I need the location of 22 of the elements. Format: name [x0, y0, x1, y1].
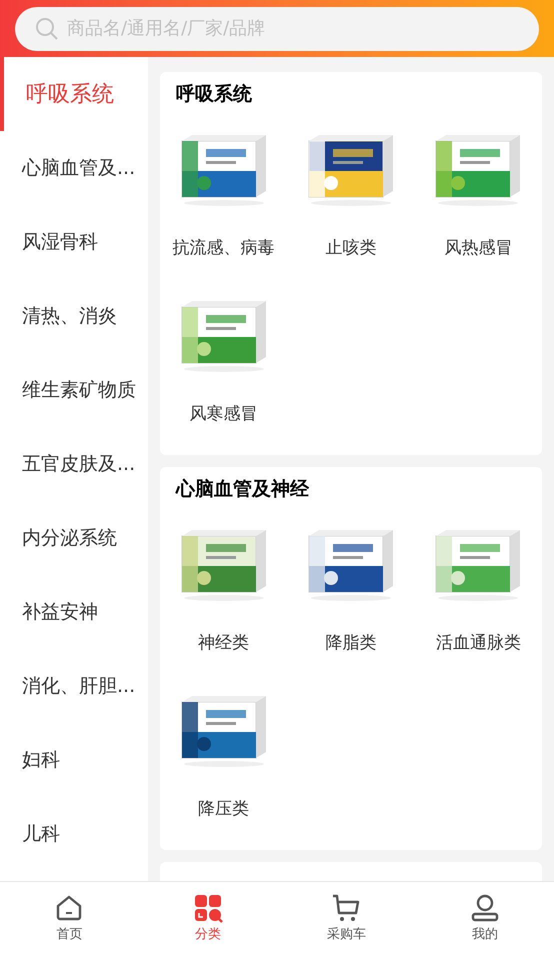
- category-item[interactable]: 止咳类: [287, 116, 415, 282]
- tab-bar-item[interactable]: 分类: [138, 882, 277, 955]
- section-title: 心脑血管及神经: [174, 476, 310, 502]
- cart-icon: [331, 892, 362, 923]
- category-item[interactable]: 抗流感、病毒: [160, 116, 288, 282]
- category-item[interactable]: 神经类: [160, 511, 288, 677]
- category-grid-icon: [192, 892, 223, 923]
- tab-bar-item[interactable]: 我的: [416, 882, 554, 955]
- section-title: 呼吸系统: [175, 82, 253, 107]
- category-item[interactable]: 活血通脉类: [414, 511, 542, 677]
- search-icon: [35, 16, 59, 40]
- category-item[interactable]: 降脂类: [287, 511, 415, 677]
- category-item[interactable]: 风寒感冒: [160, 282, 288, 448]
- tab-label: 采购车: [326, 926, 366, 944]
- profile-icon: [470, 892, 500, 923]
- category-item[interactable]: 风热感冒: [414, 116, 542, 282]
- tab-bar-item[interactable]: 首页: [0, 882, 138, 955]
- tab-label: 我的: [472, 926, 498, 944]
- tab-bar-item[interactable]: 采购车: [277, 882, 416, 955]
- tab-label: 首页: [56, 926, 82, 944]
- category-item[interactable]: 降压类: [160, 677, 288, 843]
- tab-label: 分类: [194, 926, 221, 944]
